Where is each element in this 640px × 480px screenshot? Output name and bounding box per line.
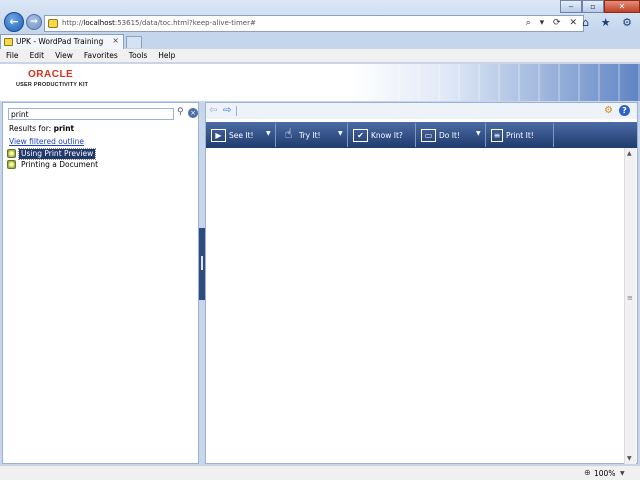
menu-edit[interactable]: Edit — [30, 49, 45, 62]
search-icon[interactable]: ⚲ — [177, 107, 184, 117]
try-it-dropdown-icon[interactable]: ▼ — [338, 130, 343, 137]
clear-search-icon[interactable]: × — [188, 108, 198, 118]
tab-strip: UPK - WordPad Training × — [0, 33, 640, 49]
tab-label: UPK - WordPad Training — [16, 37, 104, 46]
topic-forward-icon[interactable]: ⇨ — [223, 105, 231, 116]
toolbar-separator — [236, 106, 237, 116]
checklist-icon: ✔ — [353, 128, 368, 142]
back-button[interactable]: ← — [4, 12, 24, 32]
result-label: Printing a Document — [21, 159, 99, 169]
document-icon: ≡ — [491, 128, 503, 142]
forward-button[interactable]: → — [26, 14, 42, 30]
menu-tools[interactable]: Tools — [129, 49, 147, 62]
maximize-button[interactable]: ▫ — [582, 0, 604, 13]
menu-bar: File Edit View Favorites Tools Help — [0, 49, 640, 63]
result-label: Using Print Preview — [17, 147, 97, 160]
hand-pointer-icon: ☝ — [284, 126, 293, 142]
know-it-button[interactable]: ✔ Know It? — [348, 123, 416, 147]
arrow-right-icon: → — [30, 17, 38, 27]
zoom-icon[interactable]: ⊕ — [584, 468, 591, 477]
scroll-down-icon[interactable]: ▼ — [627, 455, 632, 462]
result-using-print-preview[interactable]: Using Print Preview — [7, 147, 97, 160]
url-text[interactable]: http://localhost:53615/data/toc.html?kee… — [62, 19, 256, 27]
browser-titlebar: ← → http://localhost:53615/data/toc.html… — [0, 0, 640, 33]
result-printing-a-document[interactable]: Printing a Document — [7, 159, 100, 170]
topic-toolbar: ⇦ ⇨ ⚙ ? — [206, 103, 637, 119]
results-for: Results for: print — [9, 124, 75, 133]
arrow-left-icon: ← — [9, 15, 19, 28]
search-input[interactable] — [8, 108, 174, 120]
banner-decoration — [380, 64, 640, 101]
home-favorites-tools-icons[interactable]: ⌂ ★ ⚙ — [582, 16, 636, 29]
new-tab-button[interactable] — [126, 36, 142, 48]
tab-upk-wordpad-training[interactable]: UPK - WordPad Training × — [0, 34, 124, 49]
zoom-dropdown-icon[interactable]: ▼ — [620, 470, 625, 477]
menu-view[interactable]: View — [55, 49, 73, 62]
help-icon[interactable]: ? — [619, 105, 630, 116]
page-favicon-icon — [48, 19, 58, 28]
outline-pane: ⚲ × Results for: print View filtered out… — [2, 102, 199, 464]
settings-icon[interactable]: ⚙ — [604, 105, 613, 116]
status-bar: ⊕ 100% ▼ — [0, 465, 640, 480]
menu-favorites[interactable]: Favorites — [84, 49, 118, 62]
window-icon: ▭ — [421, 128, 436, 142]
window-controls: ‒ ▫ ✕ — [560, 0, 640, 13]
address-bar[interactable]: http://localhost:53615/data/toc.html?kee… — [44, 15, 584, 32]
scroll-up-icon[interactable]: ▲ — [627, 150, 632, 157]
see-it-dropdown-icon[interactable]: ▼ — [266, 130, 271, 137]
scroll-grip-icon[interactable]: ≡ — [627, 294, 633, 302]
print-it-button[interactable]: ≡ Print It! — [486, 123, 554, 147]
play-icon: ▶ — [211, 128, 226, 142]
splitter-grip[interactable] — [201, 256, 203, 270]
minimize-button[interactable]: ‒ — [560, 0, 582, 13]
results-term: print — [53, 124, 75, 133]
see-it-button[interactable]: ▶ See It! ▼ — [206, 123, 276, 147]
topic-pane: ⇦ ⇨ ⚙ ? ▶ See It! ▼ ☝ Try It! ▼ ✔ Know I… — [205, 102, 638, 464]
address-tools[interactable]: ⌕ ▾ ⟳ ✕ — [526, 18, 580, 28]
topic-icon — [7, 160, 16, 169]
tab-close-icon[interactable]: × — [112, 36, 119, 45]
upk-banner: ORACLE USER PRODUCTIVITY KIT — [0, 64, 640, 101]
topic-back-icon[interactable]: ⇦ — [209, 105, 217, 116]
tab-favicon-icon — [4, 38, 13, 46]
topic-icon — [7, 149, 16, 158]
try-it-button[interactable]: ☝ Try It! ▼ — [276, 123, 348, 147]
playback-mode-bar: ▶ See It! ▼ ☝ Try It! ▼ ✔ Know It? ▭ Do … — [206, 122, 637, 148]
do-it-button[interactable]: ▭ Do It! ▼ — [416, 123, 486, 147]
zoom-level[interactable]: 100% — [594, 469, 615, 478]
topic-scrollbar[interactable]: ▲ ≡ ▼ — [624, 148, 636, 464]
upk-logo-text: USER PRODUCTIVITY KIT — [16, 82, 89, 88]
oracle-logo: ORACLE — [28, 69, 74, 80]
do-it-dropdown-icon[interactable]: ▼ — [476, 130, 481, 137]
view-filtered-outline-link[interactable]: View filtered outline — [9, 137, 84, 146]
menu-help[interactable]: Help — [158, 49, 175, 62]
close-window-button[interactable]: ✕ — [604, 0, 640, 13]
menu-file[interactable]: File — [6, 49, 19, 62]
